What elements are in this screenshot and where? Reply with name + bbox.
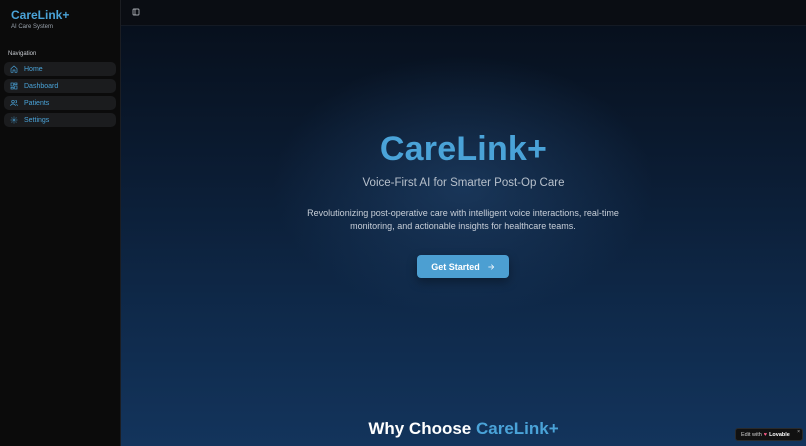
home-icon [10, 65, 18, 73]
sidebar: CareLink+ AI Care System Navigation Home… [0, 0, 121, 446]
section-title: Why Choose CareLink+ [121, 419, 806, 439]
brand-title[interactable]: CareLink+ [11, 8, 69, 22]
app-window: CareLink+ AI Care System Navigation Home… [0, 0, 806, 446]
sidebar-item-label: Patients [24, 99, 50, 107]
arrow-right-icon [488, 263, 494, 270]
hero-description-line: Revolutionizing post-operative care with… [307, 208, 619, 218]
sidebar-toggle-button[interactable] [130, 6, 141, 17]
sidebar-item-label: Dashboard [24, 82, 59, 90]
hero-subtitle: Voice-First AI for Smarter Post-Op Care [362, 177, 565, 189]
sidebar-item-settings[interactable]: Settings [4, 113, 116, 127]
badge-edit-text: Edit with [741, 431, 762, 438]
brand-subtitle: AI Care System [11, 24, 54, 30]
badge-brand: Lovable [769, 431, 790, 438]
nav-heading: Navigation [8, 51, 37, 57]
users-icon [10, 100, 18, 107]
section-title-accent: CareLink+ [476, 419, 559, 438]
lovable-heart-icon: ♥ [763, 431, 768, 438]
section-title-prefix: Why Choose [368, 419, 472, 438]
sidebar-item-label: Home [24, 65, 43, 73]
get-started-button[interactable]: Get Started [417, 255, 509, 278]
hero-description: Revolutionizing post-operative care with… [293, 207, 633, 233]
sidebar-item-dashboard[interactable]: Dashboard [4, 79, 116, 93]
close-icon[interactable]: × [797, 429, 800, 435]
sidebar-toggle-icon [132, 8, 139, 15]
get-started-label: Get Started [431, 261, 480, 272]
sidebar-item-label: Settings [24, 116, 50, 124]
main-content: CareLink+ Voice-First AI for Smarter Pos… [121, 26, 806, 446]
hero-description-line: monitoring, and actionable insights for … [350, 221, 576, 231]
sidebar-item-patients[interactable]: Patients [4, 96, 116, 110]
gear-icon [10, 116, 18, 124]
topbar [121, 0, 806, 26]
hero-title: CareLink+ [379, 130, 548, 168]
edit-with-lovable-badge[interactable]: Edit with ♥ Lovable × [735, 428, 803, 441]
sidebar-item-home[interactable]: Home [4, 62, 116, 76]
dashboard-icon [10, 82, 18, 90]
